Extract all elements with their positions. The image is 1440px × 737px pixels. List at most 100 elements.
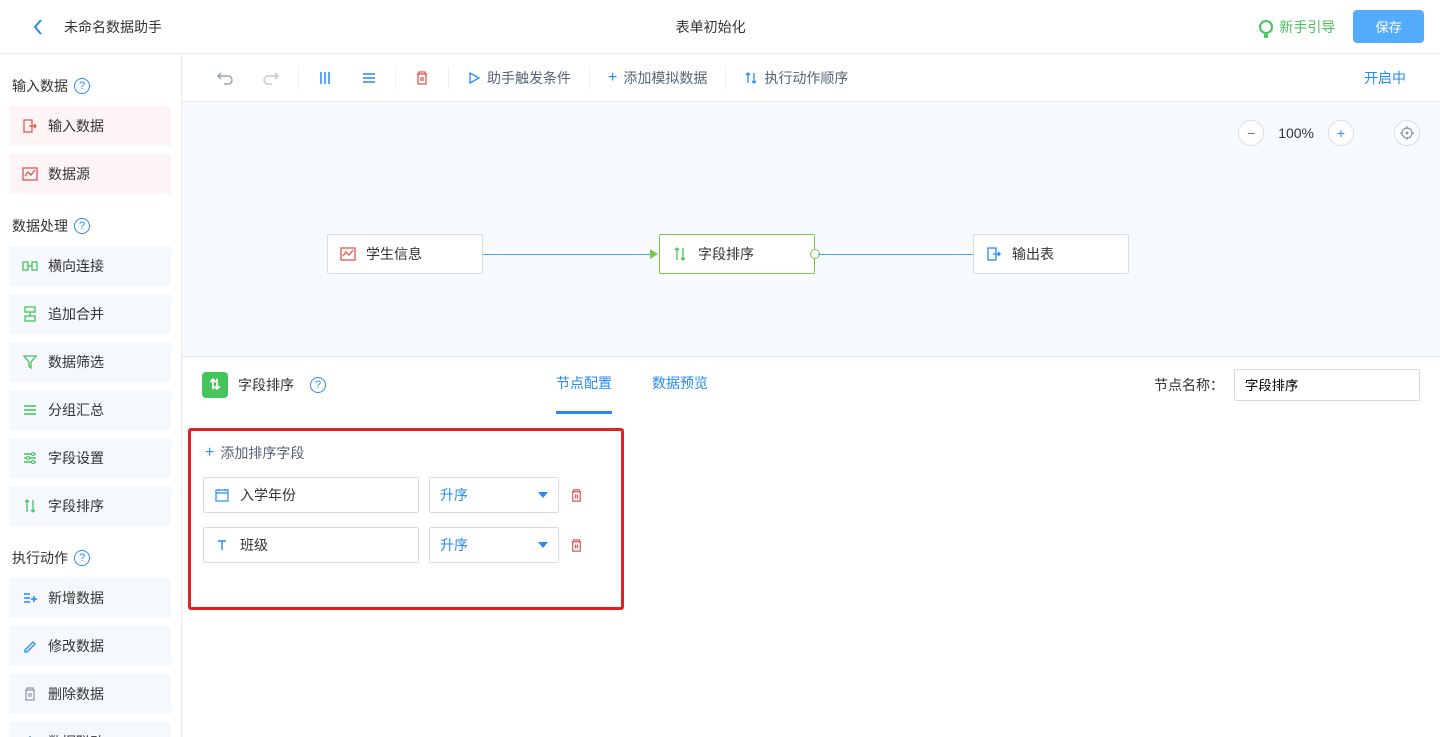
sidebar-item-fieldsort[interactable]: 字段排序 (10, 486, 171, 526)
divider (589, 67, 590, 89)
sidebar-item-label: 数据筛选 (48, 352, 104, 372)
export-icon (986, 246, 1002, 262)
undo-button[interactable] (202, 54, 248, 102)
sort-icon (672, 246, 688, 262)
help-icon[interactable]: ? (74, 78, 90, 94)
mock-button[interactable]: + 添加模拟数据 (594, 54, 721, 102)
chevron-down-icon (538, 492, 548, 498)
redo-button[interactable] (248, 54, 294, 102)
sidebar-item-label: 字段排序 (48, 496, 104, 516)
sidebar-item-add[interactable]: 新增数据 (10, 578, 171, 618)
add-sort-field-button[interactable]: + 添加排序字段 (205, 443, 609, 463)
sort-badge-icon: ⇅ (202, 372, 228, 398)
sidebar-item-label: 数据联动 (48, 732, 104, 737)
guide-link[interactable]: 新手引导 (1259, 17, 1335, 37)
trash-icon (22, 686, 38, 702)
sidebar-item-label: 修改数据 (48, 636, 104, 656)
sidebar-item-label: 输入数据 (48, 116, 104, 136)
sort-row: 班级 升序 (203, 527, 609, 563)
sort-icon (22, 498, 38, 514)
canvas-node-sort[interactable]: 字段排序 (659, 234, 815, 274)
sidebar-item-link[interactable]: 数据联动 (10, 722, 171, 737)
delete-button[interactable] (400, 54, 444, 102)
sidebar-item-label: 数据源 (48, 164, 90, 184)
divider (448, 67, 449, 89)
field-select[interactable]: 班级 (203, 527, 419, 563)
sidebar-item-label: 删除数据 (48, 684, 104, 704)
divider (725, 67, 726, 89)
assistant-name: 未命名数据助手 (64, 17, 162, 37)
sidebar-item-label: 分组汇总 (48, 400, 104, 420)
save-button[interactable]: 保存 (1353, 10, 1424, 43)
chevron-down-icon (538, 542, 548, 548)
guide-label: 新手引导 (1279, 17, 1335, 37)
sidebar-item-group[interactable]: 分组汇总 (10, 390, 171, 430)
delete-row-button[interactable] (569, 488, 587, 503)
append-icon (22, 306, 38, 322)
help-icon[interactable]: ? (74, 550, 90, 566)
status-label[interactable]: 开启中 (1350, 54, 1420, 102)
help-icon[interactable]: ? (74, 218, 90, 234)
sidebar: 输入数据 ? 输入数据 数据源 数据处理 ? 横向连接 追加合并 数据筛选 (0, 54, 182, 737)
sidebar-item-hjoin[interactable]: 横向连接 (10, 246, 171, 286)
order-select[interactable]: 升序 (429, 477, 559, 513)
sort-row: 入学年份 升序 (203, 477, 609, 513)
add-data-icon (22, 590, 38, 606)
config-title: ⇅ 字段排序 ? (202, 372, 326, 398)
order-value: 升序 (440, 535, 468, 555)
tab-data-preview[interactable]: 数据预览 (652, 355, 708, 414)
sidebar-item-modify[interactable]: 修改数据 (10, 626, 171, 666)
page-title: 表单初始化 (162, 17, 1259, 37)
align-h-button[interactable] (347, 54, 391, 102)
sidebar-item-label: 追加合并 (48, 304, 104, 324)
canvas-node-input[interactable]: 学生信息 (327, 234, 483, 274)
config-body: + 添加排序字段 入学年份 升序 (182, 412, 1440, 737)
export-icon (22, 118, 38, 134)
node-label: 输出表 (1012, 244, 1054, 264)
sidebar-item-datasource[interactable]: 数据源 (10, 154, 171, 194)
sidebar-item-label: 字段设置 (48, 448, 104, 468)
arrow-icon (650, 249, 658, 259)
recenter-button[interactable] (1394, 120, 1420, 146)
group-icon (22, 402, 38, 418)
zoom-control: − 100% + (1238, 120, 1420, 146)
settings-icon (22, 450, 38, 466)
field-value: 班级 (240, 535, 268, 555)
plus-icon: + (205, 444, 214, 462)
node-label: 学生信息 (366, 244, 422, 264)
zoom-in-button[interactable]: + (1328, 120, 1354, 146)
node-name-input[interactable] (1234, 369, 1420, 401)
sidebar-item-fieldset[interactable]: 字段设置 (10, 438, 171, 478)
sidebar-item-append[interactable]: 追加合并 (10, 294, 171, 334)
sidebar-item-delete[interactable]: 删除数据 (10, 674, 171, 714)
bulb-icon (1259, 20, 1273, 34)
order-button[interactable]: 执行动作顺序 (730, 54, 862, 102)
edge (483, 254, 650, 255)
sidebar-item-filter[interactable]: 数据筛选 (10, 342, 171, 382)
tab-node-config[interactable]: 节点配置 (556, 355, 612, 414)
order-select[interactable]: 升序 (429, 527, 559, 563)
config-header: ⇅ 字段排序 ? 节点配置 数据预览 节点名称： (182, 356, 1440, 412)
date-icon (214, 487, 230, 503)
sidebar-item-label: 新增数据 (48, 588, 104, 608)
chart-icon (22, 166, 38, 182)
node-name-label: 节点名称： (1154, 375, 1224, 395)
trigger-button[interactable]: 助手触发条件 (453, 54, 585, 102)
sidebar-heading-input: 输入数据 ? (12, 76, 171, 96)
field-select[interactable]: 入学年份 (203, 477, 419, 513)
back-icon[interactable] (32, 18, 44, 36)
help-icon[interactable]: ? (310, 377, 326, 393)
edit-icon (22, 638, 38, 654)
divider (298, 67, 299, 89)
delete-row-button[interactable] (569, 538, 587, 553)
align-v-button[interactable] (303, 54, 347, 102)
field-value: 入学年份 (240, 485, 296, 505)
sidebar-item-input-data[interactable]: 输入数据 (10, 106, 171, 146)
canvas[interactable]: − 100% + 学生信息 字段排序 输出表 (182, 102, 1440, 356)
canvas-node-output[interactable]: 输出表 (973, 234, 1129, 274)
sidebar-heading-action: 执行动作 ? (12, 548, 171, 568)
highlighted-region: + 添加排序字段 入学年份 升序 (188, 428, 624, 610)
zoom-out-button[interactable]: − (1238, 120, 1264, 146)
config-tabs: 节点配置 数据预览 (556, 355, 708, 414)
top-bar: 未命名数据助手 表单初始化 新手引导 保存 (0, 0, 1440, 54)
